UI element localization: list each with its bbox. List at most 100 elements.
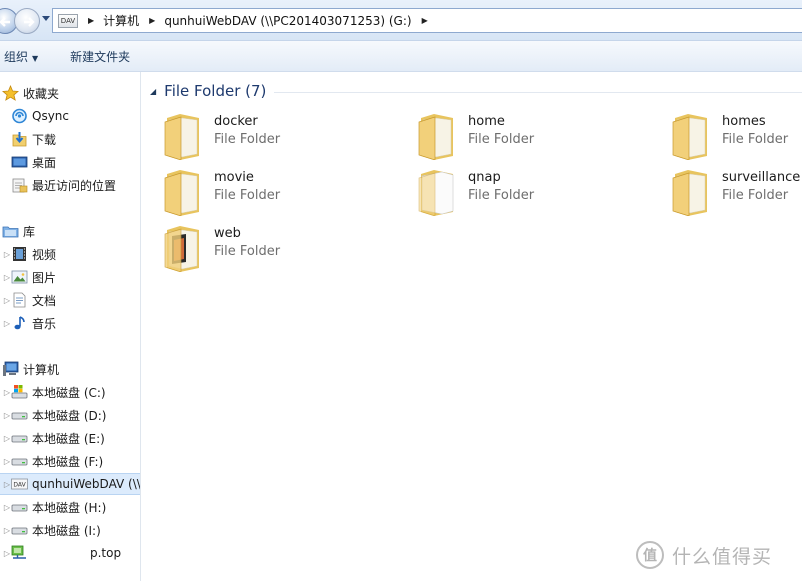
breadcrumb-drive[interactable]: qunhuiWebDAV (\\PC201403071253) (G:) <box>164 14 411 28</box>
new-folder-button[interactable]: 新建文件夹 <box>68 48 132 65</box>
sidebar-item-pictures[interactable]: ▷ 图片 <box>0 266 140 288</box>
sidebar-item-label: 音乐 <box>32 316 57 331</box>
folder-icon <box>164 170 199 216</box>
expand-arrow-icon[interactable]: ▷ <box>3 296 11 305</box>
folder-item-homes[interactable]: homes File Folder <box>650 106 802 160</box>
item-type: File Folder <box>214 132 281 147</box>
expand-arrow-icon[interactable]: ▷ <box>3 319 11 328</box>
sidebar-item-label: 文档 <box>32 293 57 308</box>
sidebar-item-music[interactable]: ▷ 音乐 <box>0 312 140 334</box>
sidebar-item-drive-e[interactable]: ▷ 本地磁盘 (E:) <box>0 427 140 449</box>
folder-item-movie[interactable]: movie File Folder <box>142 162 382 216</box>
sidebar-item-documents[interactable]: ▷ 文档 <box>0 289 140 311</box>
collapse-group-icon[interactable]: ◢ <box>150 87 156 96</box>
drive-icon <box>11 430 28 446</box>
sidebar-item-label: 最近访问的位置 <box>32 178 117 193</box>
sidebar-item-drive-c[interactable]: ▷ 本地磁盘 (C:) <box>0 381 140 403</box>
folder-item-web[interactable]: web File Folder <box>142 218 382 272</box>
system-drive-icon <box>11 384 28 400</box>
item-type: File Folder <box>722 132 789 147</box>
drive-icon <box>11 522 28 538</box>
expand-arrow-icon[interactable]: ▷ <box>3 388 11 397</box>
folder-icon <box>164 226 199 272</box>
forward-button[interactable] <box>14 8 40 34</box>
item-name: movie <box>214 170 254 185</box>
folder-item-docker[interactable]: docker File Folder <box>142 106 382 160</box>
folder-item-qnap[interactable]: qnap File Folder <box>396 162 636 216</box>
address-bar[interactable]: DAV ▶ 计算机 ▶ qunhuiWebDAV (\\PC2014030712… <box>52 8 802 33</box>
network-drive-icon <box>11 545 28 561</box>
dav-drive-icon: DAV <box>58 13 78 28</box>
expand-arrow-icon[interactable]: ▷ <box>3 503 11 512</box>
item-name: docker <box>214 114 258 129</box>
sidebar-item-label: qunhuiWebDAV (\\ <box>32 477 141 491</box>
folder-icon <box>418 170 454 216</box>
folder-item-surveillance[interactable]: surveillance File Folder <box>650 162 802 216</box>
music-icon <box>11 315 28 331</box>
expand-arrow-icon[interactable]: ▷ <box>3 526 11 535</box>
item-type: File Folder <box>468 188 535 203</box>
arrow-left-icon <box>0 17 10 27</box>
svg-text:DAV: DAV <box>13 482 26 489</box>
sidebar-group-computer[interactable]: 计算机 <box>0 358 140 380</box>
expand-arrow-icon[interactable]: ▷ <box>3 480 11 489</box>
item-type: File Folder <box>722 188 789 203</box>
sidebar-item-label: 视频 <box>32 247 57 262</box>
blurred-redaction <box>29 543 85 563</box>
documents-icon <box>11 292 28 308</box>
expand-arrow-icon[interactable]: ▷ <box>3 434 11 443</box>
folder-item-home[interactable]: home File Folder <box>396 106 636 160</box>
expand-arrow-icon[interactable]: ▷ <box>3 250 11 259</box>
sidebar-item-label: 下载 <box>32 132 57 147</box>
item-name: surveillance <box>722 170 801 185</box>
sidebar-item-qsync[interactable]: Qsync <box>0 105 140 127</box>
sidebar-item-label: 本地磁盘 (E:) <box>32 431 105 446</box>
sidebar-group-label: 收藏夹 <box>23 86 60 101</box>
sidebar-item-label: 本地磁盘 (D:) <box>32 408 107 423</box>
downloads-icon <box>11 131 28 147</box>
sidebar-item-videos[interactable]: ▷ 视频 <box>0 243 140 265</box>
sidebar-item-downloads[interactable]: 下载 <box>0 128 140 150</box>
address-region: DAV ▶ 计算机 ▶ qunhuiWebDAV (\\PC2014030712… <box>0 0 802 41</box>
sidebar-item-label: Qsync <box>32 109 70 123</box>
sidebar-group-label: 库 <box>23 224 36 239</box>
sidebar-item-label: 桌面 <box>32 155 57 170</box>
item-name: qnap <box>468 170 501 185</box>
folder-icon <box>672 114 707 160</box>
expand-arrow-icon[interactable]: ▷ <box>3 457 11 466</box>
sidebar-group-favorites[interactable]: 收藏夹 <box>0 82 140 104</box>
drive-icon <box>11 499 28 515</box>
folder-icon <box>418 114 453 160</box>
sidebar-item-recent-places[interactable]: 最近访问的位置 <box>0 174 140 196</box>
sidebar-item-drive-i[interactable]: ▷ 本地磁盘 (I:) <box>0 519 140 541</box>
breadcrumb-computer[interactable]: 计算机 <box>103 12 139 29</box>
star-icon <box>2 84 19 101</box>
sidebar-item-webdav-g[interactable]: ▷ DAV qunhuiWebDAV (\\ <box>0 473 141 495</box>
sidebar-item-desktop[interactable]: 桌面 <box>0 151 140 173</box>
sidebar-item-drive-d[interactable]: ▷ 本地磁盘 (D:) <box>0 404 140 426</box>
drive-icon <box>11 453 28 469</box>
sidebar-group-libraries[interactable]: 库 <box>0 220 140 242</box>
history-dropdown-icon[interactable] <box>42 16 50 22</box>
sidebar-item-drive-h[interactable]: ▷ 本地磁盘 (H:) <box>0 496 140 518</box>
expand-arrow-icon[interactable]: ▷ <box>3 273 11 282</box>
navigation-pane: 收藏夹 Qsync 下载 桌面 最近访问的位置 库 ▷ 视频 ▷ 图片 ▷ 文档… <box>0 72 141 581</box>
pictures-icon <box>11 269 28 285</box>
group-header[interactable]: ◢ File Folder (7) <box>142 80 802 102</box>
breadcrumb-chevron-icon[interactable]: ▶ <box>88 16 94 25</box>
breadcrumb-chevron-icon[interactable]: ▶ <box>149 16 155 25</box>
sidebar-item-label: 本地磁盘 (H:) <box>32 500 107 515</box>
sidebar-item-drive-f[interactable]: ▷ 本地磁盘 (F:) <box>0 450 140 472</box>
folder-icon <box>672 170 707 216</box>
desktop-icon <box>11 154 28 170</box>
breadcrumb-chevron-icon[interactable]: ▶ <box>422 16 428 25</box>
arrow-right-icon <box>24 17 35 27</box>
organize-button[interactable]: 组织 ▼ <box>2 48 40 65</box>
file-list: ◢ File Folder (7) docker File Folder hom… <box>142 72 802 581</box>
computer-icon <box>2 361 19 377</box>
expand-arrow-icon[interactable]: ▷ <box>3 411 11 420</box>
item-name: homes <box>722 114 766 129</box>
drive-icon <box>11 407 28 423</box>
watermark: 值 什么值得买 <box>636 540 796 570</box>
expand-arrow-icon[interactable]: ▷ <box>3 549 11 558</box>
